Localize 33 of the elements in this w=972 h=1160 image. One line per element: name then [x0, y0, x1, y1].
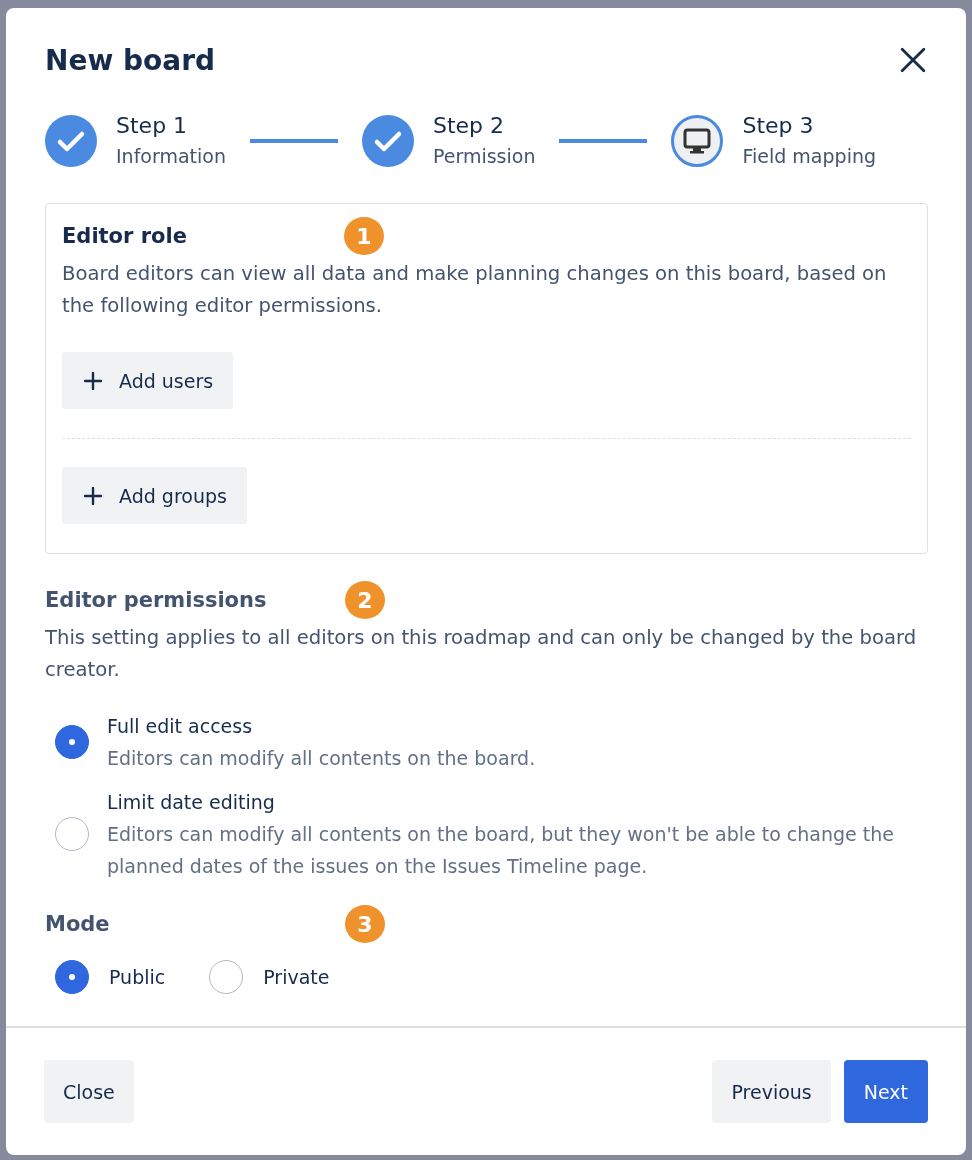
- option-label: Public: [109, 966, 166, 988]
- add-button[interactable]: Add groups: [62, 467, 247, 524]
- section-title: Mode: [45, 912, 110, 936]
- option-description: Editors can modify all contents on the board, but they won't be able to change the planned dates of the issues on the Issues Timeline page.: [107, 822, 895, 879]
- radio-button[interactable]: [55, 817, 89, 851]
- dialog-title: New board: [45, 43, 216, 77]
- number-badge: 2: [345, 581, 385, 619]
- number-badge: 3: [345, 905, 385, 943]
- step-caption: Field mapping: [742, 144, 877, 169]
- section-description: Board editors can view all data and make planning changes on this board, based on the following editor permissions.: [62, 261, 888, 319]
- close-icon[interactable]: [900, 47, 926, 73]
- section-description: This setting applies to all editors on this roadmap and can only be changed by the board creator.: [45, 625, 918, 683]
- radio-button[interactable]: [55, 960, 89, 994]
- radio-button[interactable]: [55, 725, 89, 759]
- footer-button[interactable]: Close: [44, 1060, 134, 1123]
- option-label: Limit date editing: [107, 790, 276, 815]
- plus-icon: [84, 486, 102, 505]
- footer-button[interactable]: Previous: [712, 1060, 831, 1123]
- step-caption: Information: [116, 144, 226, 169]
- option-label: Full edit access: [107, 714, 254, 739]
- radio-button[interactable]: [209, 960, 244, 994]
- step-label: Step 1: [116, 112, 189, 140]
- option-label: Private: [263, 966, 330, 988]
- section-title: Editor role: [62, 224, 187, 248]
- section-title: Editor permissions: [45, 588, 267, 612]
- plus-icon: [84, 371, 102, 390]
- next-button[interactable]: Next: [843, 1060, 928, 1123]
- step-label: Step 2: [433, 112, 506, 140]
- option-description: Editors can modify all contents on the board.: [107, 746, 536, 771]
- number-badge: 1: [344, 217, 384, 255]
- add-button[interactable]: Add users: [62, 352, 234, 409]
- step-label: Step 3: [742, 112, 815, 140]
- step-caption: Permission: [433, 144, 536, 169]
